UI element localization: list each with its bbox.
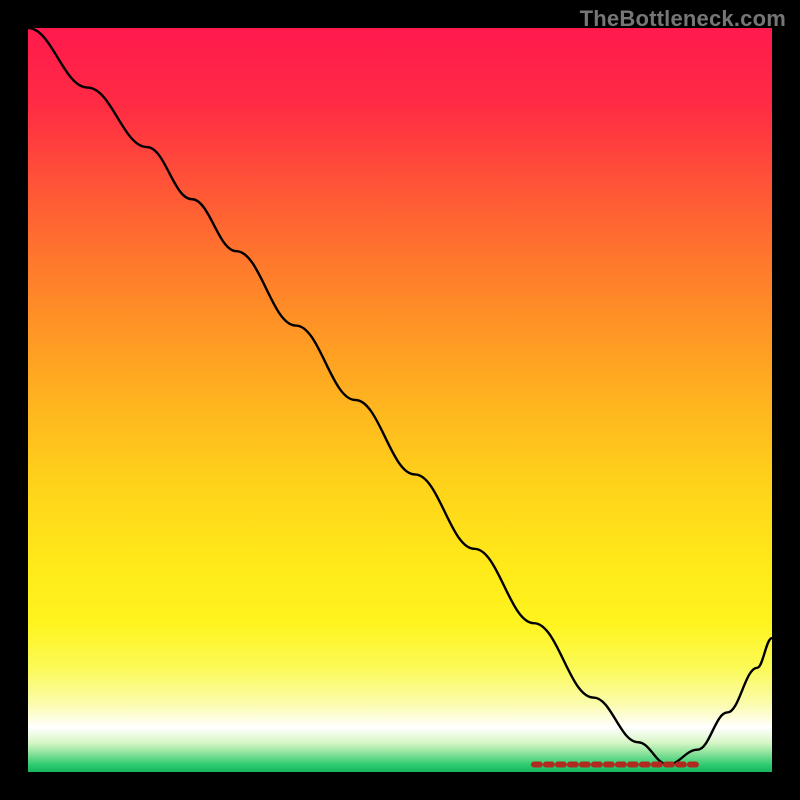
plot-area [28, 28, 772, 772]
bottleneck-curve [28, 28, 772, 765]
chart-frame: TheBottleneck.com [0, 0, 800, 800]
chart-svg [28, 28, 772, 772]
